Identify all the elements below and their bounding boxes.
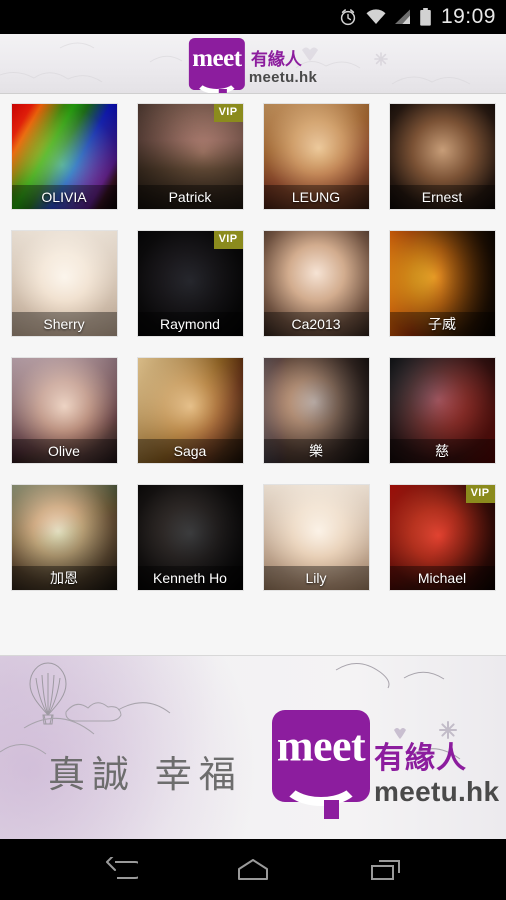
profile-name: 慈 [435, 443, 449, 459]
footer-meet-bubble-mark: meet [272, 710, 370, 819]
profile-name: OLIVIA [41, 189, 87, 205]
meet-bubble-mark: meet [188, 37, 245, 93]
alarm-clock-icon [340, 9, 356, 26]
profile-card[interactable]: 子威 [389, 231, 495, 336]
footer-domain: meetu.hk [374, 776, 500, 807]
home-icon [237, 858, 268, 880]
recents-button[interactable] [353, 847, 419, 893]
status-bar: 19:09 [0, 0, 506, 34]
profile-name-bar: Raymond [137, 312, 243, 336]
profile-name: LEUNG [291, 189, 341, 205]
profile-card[interactable]: LEUNG [263, 104, 369, 209]
profile-name: Michael [417, 570, 467, 586]
profile-name: Ca2013 [291, 316, 341, 332]
profile-name-bar: Kenneth Ho [137, 566, 243, 590]
smile-arc [193, 65, 240, 93]
profile-name: 樂 [309, 443, 323, 459]
footer-logo-text: 有緣人 meetu.hk [374, 744, 499, 806]
footer-chinese-name: 有緣人 [374, 742, 467, 775]
profile-name: Lily [305, 570, 327, 586]
footer-slogan: 真誠 幸福 [48, 753, 243, 796]
profile-card[interactable]: Ca2013 [263, 231, 369, 336]
vip-badge: VIP [465, 485, 495, 503]
profile-name-bar: LEUNG [263, 185, 369, 209]
profile-card[interactable]: Ernest [389, 104, 495, 209]
profile-name: 子威 [428, 316, 456, 332]
vip-badge: VIP [213, 231, 243, 249]
footer-smile-arc [280, 754, 362, 806]
footer-bubble-tail [324, 800, 339, 819]
profile-card[interactable]: Kenneth Ho [137, 485, 243, 590]
profile-card[interactable]: 加恩 [11, 485, 117, 590]
profile-card[interactable]: 樂 [263, 358, 369, 463]
profile-name-bar: Saga [137, 439, 243, 463]
profile-name-bar: 慈 [389, 439, 495, 463]
profile-name: 加恩 [50, 570, 78, 586]
profile-card[interactable]: Saga [137, 358, 243, 463]
profile-name: Patrick [168, 189, 212, 205]
profile-name-bar: 子威 [389, 312, 495, 336]
status-time: 19:09 [440, 5, 496, 28]
header-logo[interactable]: meet 有緣人 meetu.hk [188, 37, 317, 93]
profile-name-bar: Olive [11, 439, 117, 463]
profile-name-bar: OLIVIA [11, 185, 117, 209]
vip-badge: VIP [213, 104, 243, 122]
profile-name-bar: Lily [263, 566, 369, 590]
profile-card[interactable]: VIP Michael [389, 485, 495, 590]
header-logo-text: 有緣人 meetu.hk [249, 51, 317, 85]
signal-bars-icon [394, 9, 410, 24]
profile-name-bar: Patrick [137, 185, 243, 209]
back-button[interactable] [87, 847, 153, 893]
profile-name: Ernest [421, 189, 463, 205]
battery-icon [420, 8, 431, 26]
profile-card[interactable]: OLIVIA [11, 104, 117, 209]
profile-card[interactable]: VIP Raymond [137, 231, 243, 336]
profile-name-bar: Ca2013 [263, 312, 369, 336]
profile-grid-container: OLIVIA VIP Patrick LEUNG Ernest Sherry VIP Raym… [0, 94, 506, 655]
header-chinese-name: 有緣人 [250, 49, 302, 69]
profile-card[interactable]: VIP Patrick [137, 104, 243, 209]
back-arrow-icon [106, 856, 139, 879]
footer-logo[interactable]: meet 有緣人 meetu.hk [272, 710, 499, 819]
hot-air-balloon-sketch [29, 662, 67, 725]
profile-name: Kenneth Ho [153, 570, 227, 586]
profile-card[interactable]: Olive [11, 358, 117, 463]
wifi-icon [366, 9, 386, 24]
app-header: meet 有緣人 meetu.hk [0, 34, 506, 94]
header-domain: meetu.hk [248, 68, 318, 86]
profile-card[interactable]: 慈 [389, 358, 495, 463]
profile-name-bar: 樂 [263, 439, 369, 463]
profile-name-bar: 加恩 [11, 566, 117, 590]
app-screen: 19:09 meet 有緣人 meetu.hk OLIVIA VIP Patri… [0, 0, 506, 900]
status-icons [338, 7, 432, 27]
profile-name: Saga [173, 443, 207, 459]
profile-name: Sherry [43, 316, 85, 332]
profile-name-bar: Sherry [11, 312, 117, 336]
recent-apps-icon [370, 859, 400, 880]
profile-card[interactable]: Sherry [11, 231, 117, 336]
profile-name: Raymond [160, 316, 220, 332]
home-button[interactable] [220, 847, 286, 893]
profile-name: Olive [48, 443, 80, 459]
profile-grid: OLIVIA VIP Patrick LEUNG Ernest Sherry VIP Raym… [0, 102, 506, 590]
footer-banner: 真誠 幸福 meet 有緣人 meetu.hk [0, 655, 506, 839]
android-nav-bar [0, 839, 506, 900]
profile-name-bar: Michael [389, 566, 495, 590]
profile-name-bar: Ernest [389, 185, 495, 209]
profile-card[interactable]: Lily [263, 485, 369, 590]
